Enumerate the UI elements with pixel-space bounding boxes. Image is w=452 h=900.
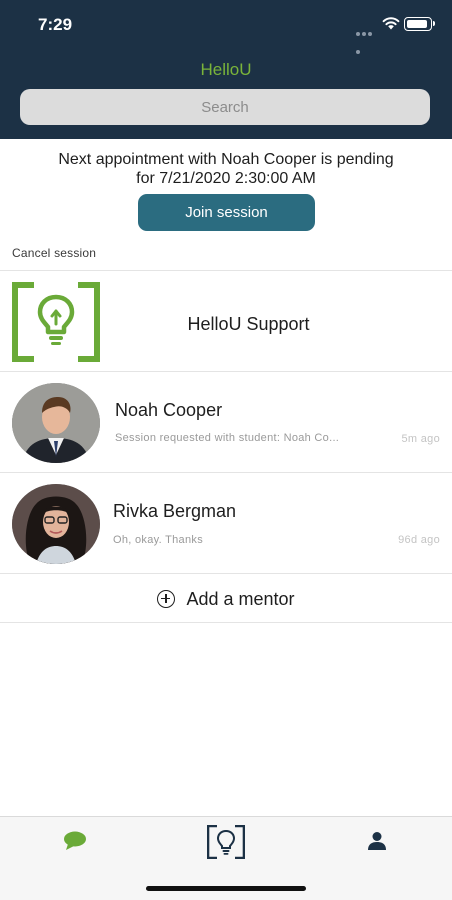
conversation-preview: Oh, okay. Thanks xyxy=(113,534,203,546)
avatar xyxy=(12,383,100,463)
conversation-list: HelloU Support Noah Cooper Session reque… xyxy=(0,270,452,623)
search-input[interactable] xyxy=(20,89,430,125)
add-mentor-label: Add a mentor xyxy=(186,588,295,609)
conversation-name: Rivka Bergman xyxy=(113,501,237,521)
app-header: 7:29 HelloU xyxy=(0,0,452,139)
appointment-line-2: for 7/21/2020 2:30:00 AM xyxy=(136,170,316,187)
tab-home[interactable] xyxy=(204,817,248,867)
status-time: 7:29 xyxy=(38,15,73,34)
list-item-support[interactable]: HelloU Support xyxy=(0,270,452,371)
join-session-button[interactable]: Join session xyxy=(138,194,315,231)
add-mentor-button[interactable]: Add a mentor xyxy=(0,573,452,623)
appointment-line-1: Next appointment with Noah Cooper is pen… xyxy=(58,151,394,168)
conversation-time: 5m ago xyxy=(401,433,440,445)
battery-icon xyxy=(404,17,435,31)
plus-circle-icon xyxy=(157,590,176,608)
add-mentor-content: Add a mentor xyxy=(0,574,452,624)
conversation-preview: Session requested with student: Noah Co.… xyxy=(115,432,340,444)
chat-bubble-icon xyxy=(64,831,86,850)
tab-profile[interactable] xyxy=(362,817,392,867)
tab-chat[interactable] xyxy=(60,817,90,867)
app-title: HelloU xyxy=(200,60,252,79)
appointment-notice: Next appointment with Noah Cooper is pen… xyxy=(0,150,452,188)
conversation-time: 96d ago xyxy=(398,534,440,546)
person-icon xyxy=(368,832,386,850)
status-bar: 7:29 xyxy=(0,0,452,54)
cancel-session-link[interactable]: Cancel session xyxy=(12,246,96,260)
cellular-signal-icon xyxy=(356,23,378,54)
conversation-name: HelloU Support xyxy=(187,314,310,334)
conversation-name: Noah Cooper xyxy=(115,400,223,420)
avatar xyxy=(12,484,100,564)
list-item-mentor[interactable]: Rivka Bergman Oh, okay. Thanks 96d ago xyxy=(0,472,452,573)
list-item-mentor[interactable]: Noah Cooper Session requested with stude… xyxy=(0,371,452,472)
wifi-icon xyxy=(382,17,400,30)
home-indicator xyxy=(146,886,306,891)
lightbulb-logo-icon xyxy=(207,825,245,859)
